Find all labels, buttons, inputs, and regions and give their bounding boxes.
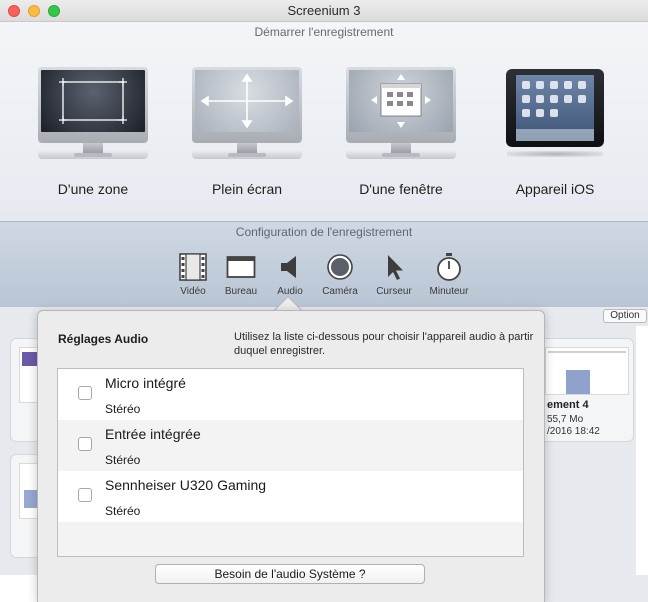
recording-thumbnail xyxy=(545,347,629,395)
audio-device-row[interactable]: Entrée intégrée Stéréo xyxy=(58,420,523,471)
window-title: Screenium 3 xyxy=(287,3,361,18)
device-name: Entrée intégrée xyxy=(105,426,201,442)
ipad-icon xyxy=(506,69,604,147)
recording-name: ement 4 xyxy=(547,399,589,411)
mode-zone-label: D'une zone xyxy=(57,181,129,197)
config-section-title: Configuration de l'enregistrement xyxy=(235,225,413,239)
audio-settings-title: Réglages Audio xyxy=(58,332,149,346)
desktop-icon xyxy=(225,252,257,282)
monitor-fullscreen-icon xyxy=(192,67,302,159)
monitor-zone-icon xyxy=(38,67,148,159)
film-icon xyxy=(177,252,209,282)
audio-device-row[interactable]: Sennheiser U320 Gaming Stéréo xyxy=(58,471,523,522)
tab-audio[interactable]: Audio xyxy=(265,252,315,298)
recording-date: /2016 18:42 xyxy=(547,426,600,437)
config-section: Configuration de l'enregistrement Vidéo … xyxy=(0,221,648,307)
tab-desktop-label: Bureau xyxy=(224,286,258,297)
mode-zone-button[interactable]: D'une zone xyxy=(23,67,163,217)
device-checkbox[interactable] xyxy=(78,437,92,451)
device-channels: Stéréo xyxy=(105,402,141,416)
system-audio-button[interactable]: Besoin de l'audio Système ? xyxy=(155,564,425,584)
speaker-icon xyxy=(274,252,306,282)
start-section-title: Démarrer l'enregistrement xyxy=(254,25,394,39)
empty-list-row xyxy=(58,522,523,556)
tab-video[interactable]: Vidéo xyxy=(168,252,218,298)
cursor-icon xyxy=(378,252,410,282)
device-channels: Stéréo xyxy=(105,504,141,518)
monitor-window-icon xyxy=(346,67,456,159)
recording-size: 55,7 Mo xyxy=(547,414,584,425)
start-recording-section: Démarrer l'enregistrement D'une zone Ple… xyxy=(0,22,648,221)
mode-fullscreen-button[interactable]: Plein écran xyxy=(177,67,317,217)
tab-timer-label: Minuteur xyxy=(429,286,469,297)
tab-audio-label: Audio xyxy=(277,286,303,297)
tab-cursor[interactable]: Curseur xyxy=(369,252,419,298)
device-channels: Stéréo xyxy=(105,453,141,467)
mode-window-button[interactable]: D'une fenêtre xyxy=(331,67,471,217)
tab-timer[interactable]: Minuteur xyxy=(424,252,474,298)
device-name: Sennheiser U320 Gaming xyxy=(105,477,267,493)
audio-settings-help: Utilisez la liste ci-dessous pour choisi… xyxy=(234,331,534,357)
tab-video-label: Vidéo xyxy=(180,286,206,297)
tab-cursor-label: Curseur xyxy=(376,286,412,297)
mode-ios-button[interactable]: Appareil iOS xyxy=(485,67,625,217)
audio-device-row[interactable]: Micro intégré Stéréo xyxy=(58,369,523,420)
device-checkbox[interactable] xyxy=(78,386,92,400)
device-checkbox[interactable] xyxy=(78,488,92,502)
audio-device-list[interactable]: Micro intégré Stéréo Entrée intégrée Sté… xyxy=(57,368,524,557)
mode-fullscreen-label: Plein écran xyxy=(211,181,283,197)
mode-ios-label: Appareil iOS xyxy=(515,181,595,197)
timer-icon xyxy=(433,252,465,282)
tab-camera-label: Caméra xyxy=(322,286,358,297)
camera-icon xyxy=(324,252,356,282)
tab-desktop[interactable]: Bureau xyxy=(216,252,266,298)
mode-window-label: D'une fenêtre xyxy=(359,181,443,197)
tab-camera[interactable]: Caméra xyxy=(315,252,365,298)
option-button[interactable]: Option xyxy=(603,309,647,323)
device-name: Micro intégré xyxy=(105,375,186,391)
title-bar[interactable]: Screenium 3 xyxy=(0,0,648,22)
screenium-window: Screenium 3 Démarrer l'enregistrement D'… xyxy=(0,0,648,602)
